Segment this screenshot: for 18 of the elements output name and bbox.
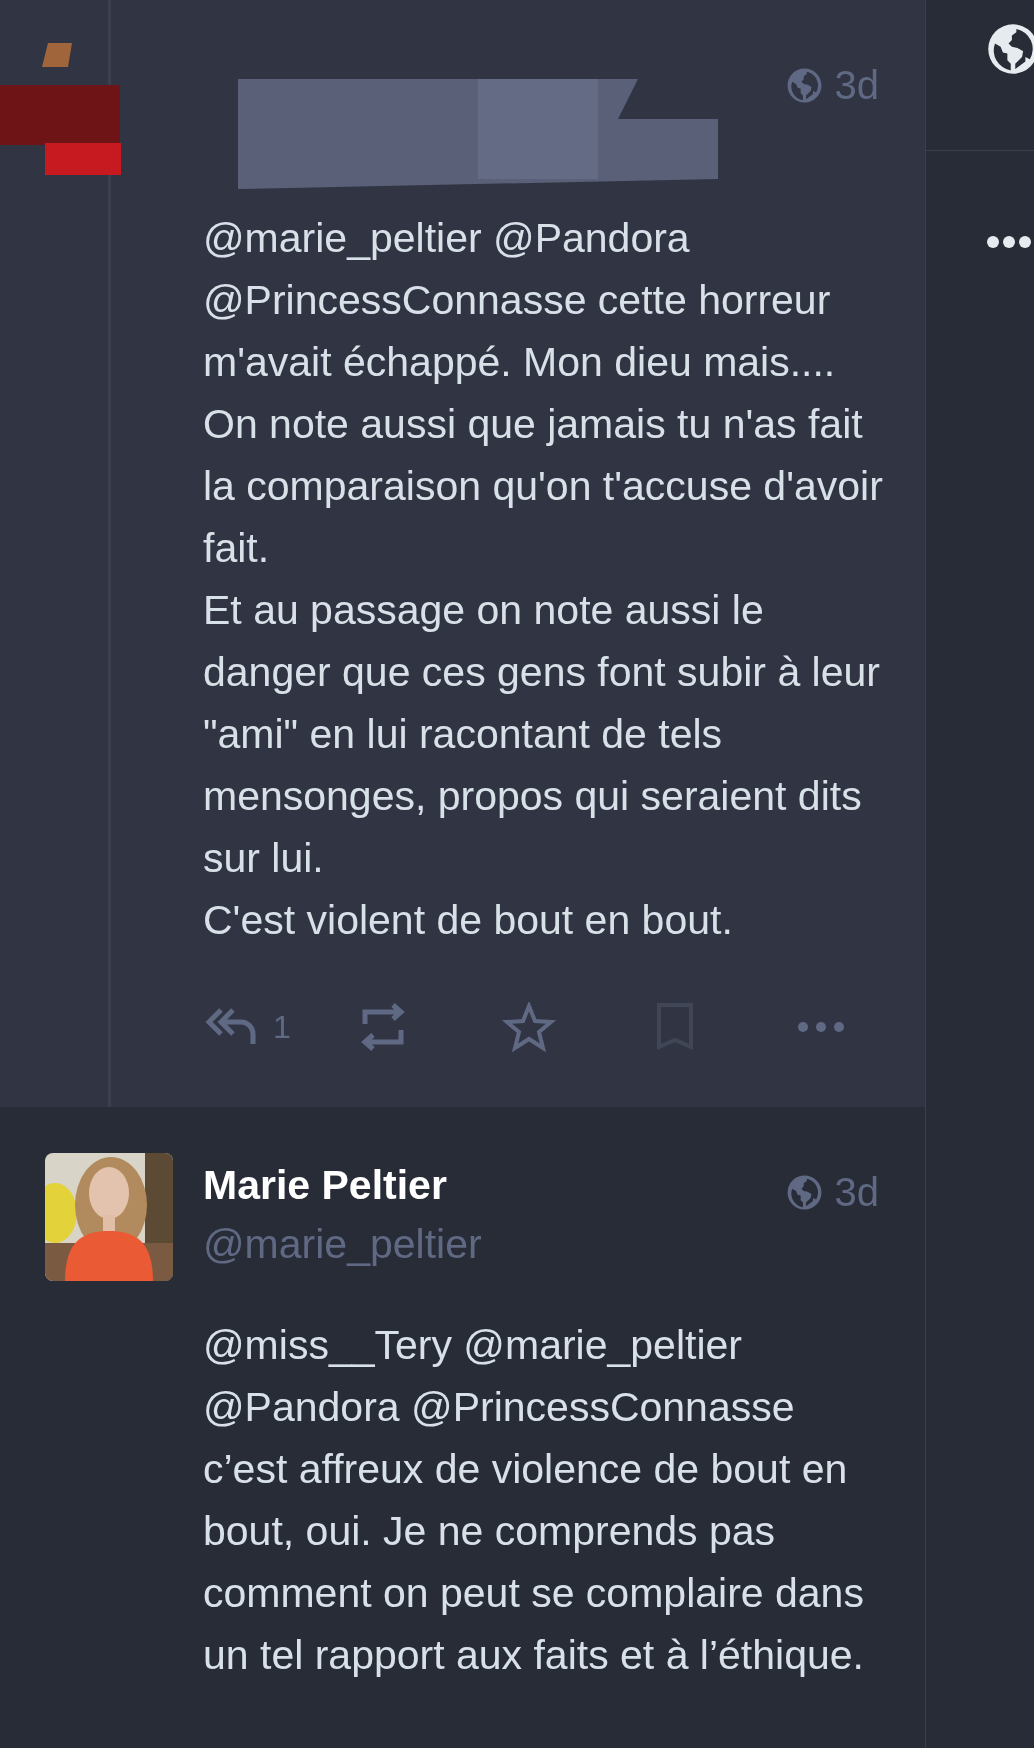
author-name[interactable]: Marie Peltier — [203, 1162, 482, 1209]
star-icon — [501, 1002, 557, 1052]
globe-icon — [785, 1174, 823, 1211]
more-icon[interactable] — [986, 235, 1032, 249]
post-text: @miss__Tery @marie_peltier @Pandora @PrincessConnasse c’est affreux de violence de bout en bout, oui. Je ne comprends pas comment on peut se complaire dans un tel rapport aux faits et à l’éthique. — [203, 1321, 865, 1680]
mention-link[interactable]: @marie_peltier — [463, 1322, 742, 1368]
reply-count: 1 — [273, 1008, 291, 1046]
post-text: Et au passage on note aussi le danger que ces gens font subir à leur "ami" en lui racontant de tels mensonges, propos qui seraient dits sur lui. — [203, 586, 881, 883]
globe-icon — [785, 67, 823, 104]
mention-link[interactable]: @PrincessConnasse — [411, 1384, 795, 1430]
mention-link[interactable]: @Pandora — [203, 1384, 400, 1430]
globe-icon — [986, 22, 1034, 76]
mention-link[interactable]: @Pandora — [493, 215, 690, 261]
post-text: @marie_peltier @Pandora @PrincessConnasse cette horreur m'avait échappé. Mon dieu mais.... On note aussi que jamais tu n'as fait la comparaison qu'on t'accuse d'avoir fait. — [203, 214, 883, 573]
post-text: C'est violent de bout en bout. — [203, 896, 734, 945]
mention-link[interactable]: @PrincessConnasse — [203, 277, 587, 323]
mention-link[interactable]: @miss__Tery — [203, 1322, 452, 1368]
mention-link[interactable]: @marie_peltier — [203, 215, 482, 261]
